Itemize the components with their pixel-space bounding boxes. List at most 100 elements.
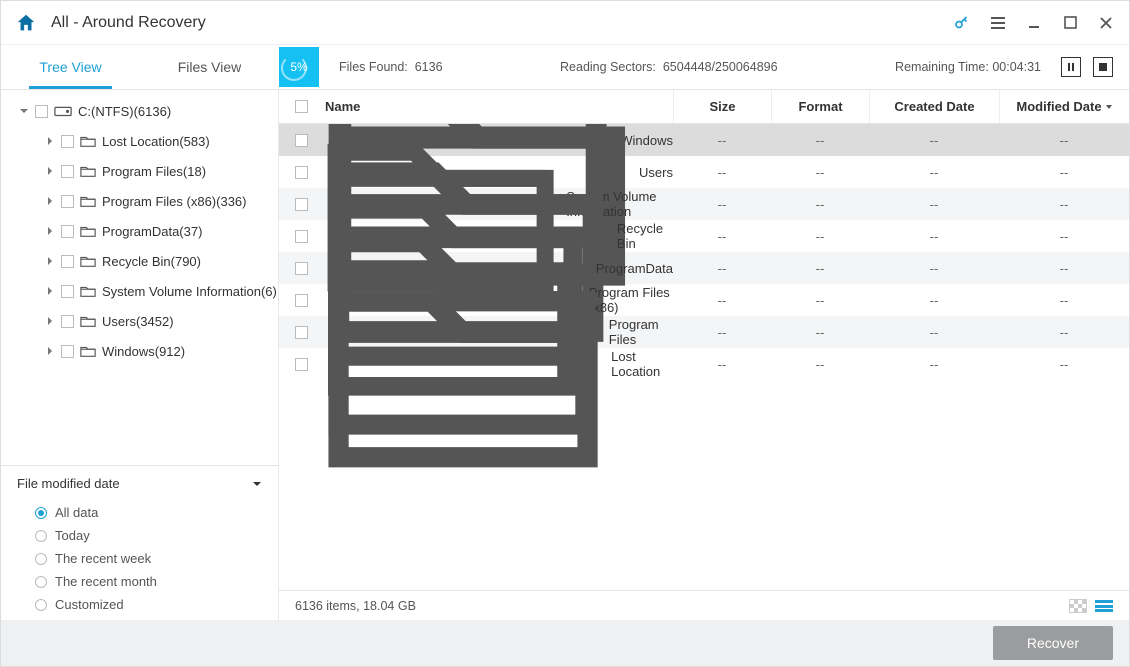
filter-header[interactable]: File modified date [17,476,262,491]
filter-option[interactable]: The recent week [17,547,262,570]
folder-icon [80,254,96,268]
checkbox[interactable] [61,165,74,178]
checkbox[interactable] [295,230,308,243]
chevron-right-icon[interactable] [45,166,55,176]
row-format: -- [771,325,869,340]
reading-sectors: Reading Sectors: 6504448/250064896 [483,60,856,74]
checkbox[interactable] [61,255,74,268]
tree-item[interactable]: Users(3452) [1,306,278,336]
chevron-right-icon[interactable] [45,256,55,266]
checkbox[interactable] [295,166,308,179]
drive-icon [54,104,72,118]
checkbox[interactable] [61,195,74,208]
row-modified: -- [999,133,1129,148]
row-modified: -- [999,357,1129,372]
minimize-button[interactable] [1025,14,1043,32]
menu-icon[interactable] [989,14,1007,32]
home-icon[interactable] [15,12,37,34]
view-list-button[interactable] [1095,600,1113,612]
row-created: -- [869,261,999,276]
folder-icon [80,164,96,178]
checkbox[interactable] [295,294,308,307]
chevron-down-icon[interactable] [19,106,29,116]
tree-item[interactable]: Recycle Bin(790) [1,246,278,276]
column-created[interactable]: Created Date [869,90,999,123]
radio-icon [35,599,47,611]
checkbox[interactable] [61,135,74,148]
pause-scan-button[interactable] [1061,57,1081,77]
tree-item[interactable]: ProgramData(37) [1,216,278,246]
folder-tree: C:(NTFS)(6136) Lost Location(583) Program… [1,90,278,465]
tree-item[interactable]: Program Files(18) [1,156,278,186]
app-title: All - Around Recovery [51,14,953,32]
chevron-right-icon[interactable] [45,226,55,236]
tab-files-view[interactable]: Files View [140,45,279,89]
maximize-button[interactable] [1061,14,1079,32]
tree-root[interactable]: C:(NTFS)(6136) [1,96,278,126]
chevron-down-icon [252,479,262,489]
checkbox[interactable] [61,225,74,238]
table-row[interactable]: Lost Location-------- [279,348,1129,380]
chevron-right-icon[interactable] [45,346,55,356]
row-size: -- [673,133,771,148]
row-name: Lost Location [611,349,673,379]
filter-option[interactable]: All data [17,501,262,524]
checkbox[interactable] [295,326,308,339]
view-grid-button[interactable] [1069,599,1087,613]
checkbox[interactable] [35,105,48,118]
tree-item[interactable]: System Volume Information(6) [1,276,278,306]
row-modified: -- [999,325,1129,340]
titlebar: All - Around Recovery [1,1,1129,45]
folder-icon [80,224,96,238]
radio-icon [35,507,47,519]
tree-item-label: Lost Location(583) [102,134,210,149]
key-icon[interactable] [953,14,971,32]
tree-item-label: ProgramData(37) [102,224,202,239]
tree-item[interactable]: Lost Location(583) [1,126,278,156]
radio-icon [35,576,47,588]
folder-icon [323,255,603,473]
checkbox[interactable] [295,134,308,147]
radio-icon [35,530,47,542]
row-created: -- [869,197,999,212]
tree-item-label: System Volume Information(6) [102,284,277,299]
row-format: -- [771,165,869,180]
chevron-right-icon[interactable] [45,136,55,146]
grid-body: Windows--------Users--------System Volum… [279,124,1129,590]
checkbox[interactable] [295,358,308,371]
filter-option-label: Today [55,528,90,543]
chevron-right-icon[interactable] [45,196,55,206]
stop-scan-button[interactable] [1093,57,1113,77]
column-size[interactable]: Size [673,90,771,123]
row-size: -- [673,293,771,308]
chevron-right-icon[interactable] [45,316,55,326]
row-size: -- [673,325,771,340]
row-modified: -- [999,293,1129,308]
chevron-right-icon[interactable] [45,286,55,296]
filter-option[interactable]: Today [17,524,262,547]
close-button[interactable] [1097,14,1115,32]
tree-item-label: Users(3452) [102,314,174,329]
tab-tree-view[interactable]: Tree View [1,45,140,89]
scan-percent: 5% [279,47,319,87]
checkbox[interactable] [61,315,74,328]
checkbox[interactable] [295,198,308,211]
recover-button[interactable]: Recover [993,626,1113,660]
filter-option[interactable]: The recent month [17,570,262,593]
row-modified: -- [999,197,1129,212]
column-modified[interactable]: Modified Date [999,90,1129,123]
column-name[interactable]: Name [323,99,673,114]
tree-item[interactable]: Windows(912) [1,336,278,366]
select-all-checkbox[interactable] [295,100,308,113]
row-format: -- [771,293,869,308]
row-format: -- [771,197,869,212]
filter-option-label: The recent week [55,551,151,566]
tree-item[interactable]: Program Files (x86)(336) [1,186,278,216]
checkbox[interactable] [61,285,74,298]
checkbox[interactable] [295,262,308,275]
tree-item-label: Program Files(18) [102,164,206,179]
row-created: -- [869,229,999,244]
column-format[interactable]: Format [771,90,869,123]
filter-option[interactable]: Customized [17,593,262,616]
checkbox[interactable] [61,345,74,358]
